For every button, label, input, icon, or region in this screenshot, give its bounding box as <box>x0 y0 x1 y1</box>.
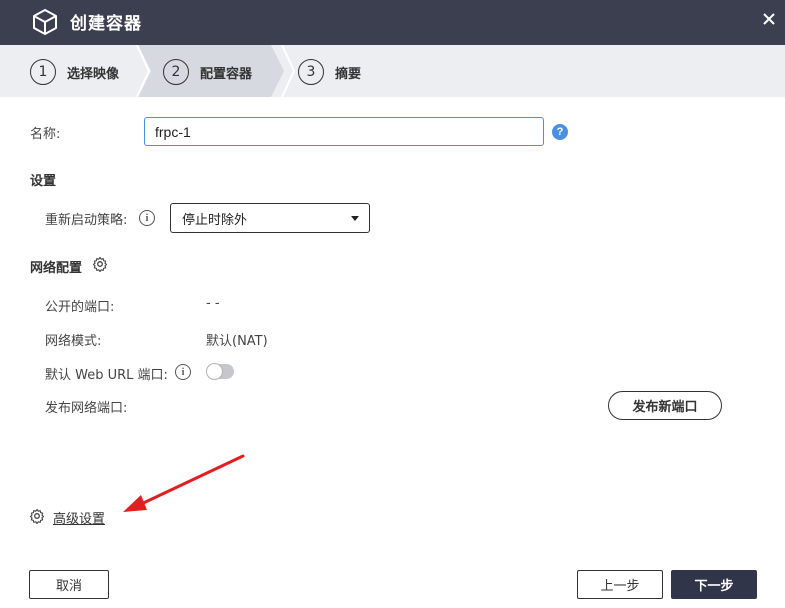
step-label: 摘要 <box>335 66 362 82</box>
info-icon[interactable]: i <box>175 364 191 380</box>
web-url-port-label: 默认 Web URL 端口: <box>45 368 168 383</box>
step-number: 1 <box>30 59 56 85</box>
close-icon[interactable] <box>761 11 777 27</box>
public-ports-value: - - <box>206 296 220 311</box>
cancel-button[interactable]: 取消 <box>29 570 109 599</box>
step-separator-icon <box>136 45 150 97</box>
step-label: 选择映像 <box>67 66 120 82</box>
name-input[interactable] <box>144 117 544 146</box>
step-summary[interactable]: 3 摘要 <box>298 58 361 86</box>
step-number: 2 <box>163 59 189 85</box>
window-title: 创建容器 <box>70 14 142 34</box>
restart-policy-select[interactable]: 停止时除外 <box>170 203 370 233</box>
network-mode-value: 默认(NAT) <box>206 334 268 349</box>
step-configure-container[interactable]: 2 配置容器 <box>163 58 252 86</box>
restart-policy-value: 停止时除外 <box>182 212 248 228</box>
public-ports-label: 公开的端口: <box>45 300 115 315</box>
step-label: 配置容器 <box>200 66 253 82</box>
next-button[interactable]: 下一步 <box>671 570 757 599</box>
toggle-knob <box>206 363 223 380</box>
previous-button[interactable]: 上一步 <box>577 570 663 599</box>
publish-new-port-button[interactable]: 发布新端口 <box>608 391 722 420</box>
cube-icon <box>33 9 57 35</box>
network-section-title: 网络配置 <box>30 261 83 276</box>
info-icon[interactable]: i <box>139 210 155 226</box>
name-label: 名称: <box>30 127 61 142</box>
step-select-image[interactable]: 1 选择映像 <box>30 58 119 86</box>
advanced-settings-link[interactable]: 高级设置 <box>53 508 105 527</box>
restart-policy-label: 重新启动策略: <box>45 213 128 228</box>
caret-down-icon <box>351 216 359 221</box>
gear-icon[interactable] <box>92 256 108 272</box>
network-mode-label: 网络模式: <box>45 334 102 349</box>
help-icon[interactable]: ? <box>552 124 568 140</box>
gear-icon[interactable] <box>29 508 45 524</box>
settings-section-title: 设置 <box>30 174 57 189</box>
title-bar: 创建容器 <box>0 0 785 45</box>
step-number: 3 <box>298 59 324 85</box>
wizard-steps: 1 选择映像 2 配置容器 3 摘要 <box>0 45 785 97</box>
web-url-port-toggle[interactable] <box>206 363 234 380</box>
step-separator-icon <box>281 45 295 97</box>
publish-ports-label: 发布网络端口: <box>45 401 128 416</box>
annotation-arrow-icon <box>123 454 245 512</box>
